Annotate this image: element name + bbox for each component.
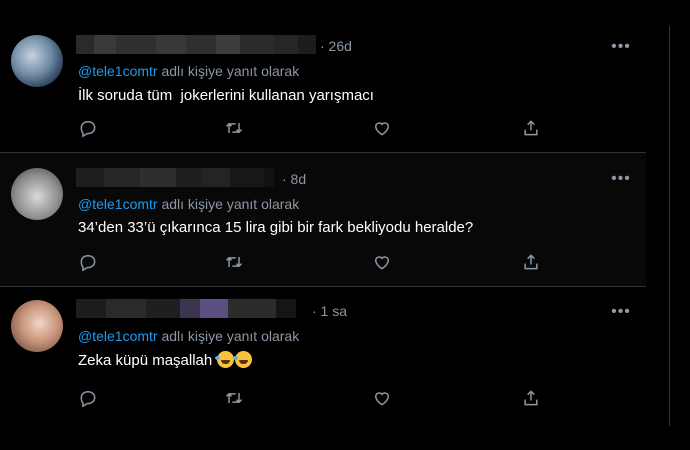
avatar[interactable] <box>11 300 63 352</box>
rolling-on-floor-laughing-emoji-icon <box>215 351 235 368</box>
tweet-timestamp[interactable]: · 1 sa <box>312 303 347 319</box>
tweet-text: Zeka küpü maşallah <box>78 352 217 369</box>
more-icon[interactable]: ••• <box>610 39 632 55</box>
replied-handle-link[interactable]: @tele1comtr <box>78 63 158 79</box>
replying-to-line: @tele1comtr adlı kişiye yanıt olarak <box>78 63 299 79</box>
reply-feed: · 26d ••• @tele1comtr adlı kişiye yanıt … <box>0 0 646 450</box>
tweet-text: İlk soruda tüm jokerlerini kullanan yarı… <box>78 87 374 104</box>
avatar[interactable] <box>11 168 63 220</box>
share-icon[interactable] <box>521 118 541 138</box>
tweet[interactable]: · 1 sa ••• @tele1comtr adlı kişiye yanıt… <box>0 287 646 422</box>
like-icon[interactable] <box>372 118 392 138</box>
avatar[interactable] <box>11 35 63 87</box>
reply-icon[interactable] <box>78 252 98 272</box>
blurred-display-name <box>76 299 296 318</box>
blurred-display-name <box>76 168 274 187</box>
like-icon[interactable] <box>372 388 392 408</box>
replying-to-line: @tele1comtr adlı kişiye yanıt olarak <box>78 328 299 344</box>
tweet-timestamp[interactable]: · 8d <box>282 171 306 187</box>
tweet-text: 34’den 33’ü çıkarınca 15 lira gibi bir f… <box>78 219 474 236</box>
reply-icon[interactable] <box>78 388 98 408</box>
share-icon[interactable] <box>521 252 541 272</box>
tweet[interactable]: · 26d ••• @tele1comtr adlı kişiye yanıt … <box>0 24 646 152</box>
tweet-timestamp[interactable]: · 26d <box>320 38 352 54</box>
more-icon[interactable]: ••• <box>610 304 632 320</box>
tweet-actions <box>78 388 548 408</box>
rolling-on-floor-laughing-emoji-icon <box>233 351 253 368</box>
reply-icon[interactable] <box>78 118 98 138</box>
more-icon[interactable]: ••• <box>610 171 632 187</box>
like-icon[interactable] <box>372 252 392 272</box>
retweet-icon[interactable] <box>224 118 244 138</box>
tweet[interactable]: · 8d ••• @tele1comtr adlı kişiye yanıt o… <box>0 153 646 286</box>
tweet-actions <box>78 252 548 272</box>
replying-to-suffix: adlı kişiye yanıt olarak <box>157 328 300 344</box>
tweet-actions <box>78 118 548 138</box>
replying-to-suffix: adlı kişiye yanıt olarak <box>157 196 300 212</box>
blurred-display-name <box>76 35 316 54</box>
timeline-border <box>669 26 670 426</box>
replied-handle-link[interactable]: @tele1comtr <box>78 328 158 344</box>
tweet-text-container: Zeka küpü maşallah <box>78 351 253 369</box>
share-icon[interactable] <box>521 388 541 408</box>
replying-to-suffix: adlı kişiye yanıt olarak <box>157 63 300 79</box>
replying-to-line: @tele1comtr adlı kişiye yanıt olarak <box>78 196 299 212</box>
replied-handle-link[interactable]: @tele1comtr <box>78 196 158 212</box>
retweet-icon[interactable] <box>224 252 244 272</box>
retweet-icon[interactable] <box>224 388 244 408</box>
